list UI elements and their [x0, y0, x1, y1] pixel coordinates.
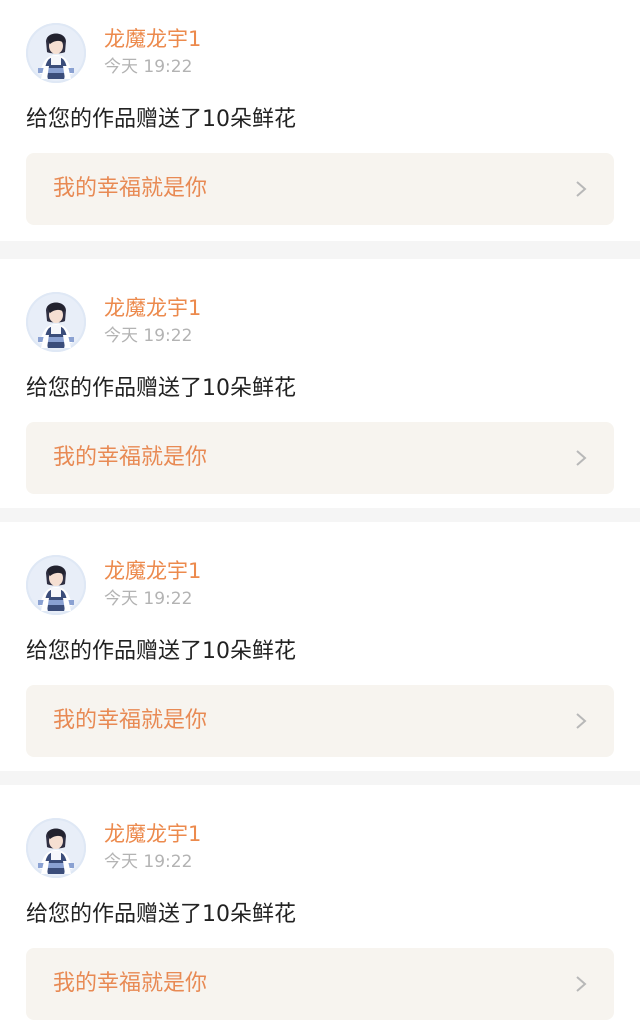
- anime-boy-avatar-icon: [26, 818, 86, 878]
- work-title: 我的幸福就是你: [53, 176, 208, 201]
- gift-message: 给您的作品赠送了10朵鲜花: [26, 639, 296, 664]
- work-link[interactable]: 我的幸福就是你: [26, 422, 614, 494]
- notification-card: 龙魔龙宇1 今天 19:22 给您的作品赠送了10朵鲜花 我的幸福就是你: [0, 522, 640, 771]
- work-link[interactable]: 我的幸福就是你: [26, 153, 614, 225]
- chevron-right-icon: [576, 713, 587, 729]
- anime-boy-avatar-icon: [26, 292, 86, 352]
- work-title: 我的幸福就是你: [53, 971, 208, 996]
- chevron-right-icon: [576, 181, 587, 197]
- timestamp: 今天 19:22: [104, 852, 193, 872]
- work-title: 我的幸福就是你: [53, 708, 208, 733]
- work-link[interactable]: 我的幸福就是你: [26, 685, 614, 757]
- notification-card: 龙魔龙宇1 今天 19:22 给您的作品赠送了10朵鲜花 我的幸福就是你: [0, 785, 640, 1032]
- gift-message: 给您的作品赠送了10朵鲜花: [26, 376, 296, 401]
- username[interactable]: 龙魔龙宇1: [104, 26, 201, 52]
- timestamp: 今天 19:22: [104, 326, 193, 346]
- username[interactable]: 龙魔龙宇1: [104, 821, 201, 847]
- anime-boy-avatar-icon: [26, 23, 86, 83]
- user-avatar[interactable]: [26, 818, 86, 878]
- timestamp: 今天 19:22: [104, 57, 193, 77]
- username[interactable]: 龙魔龙宇1: [104, 558, 201, 584]
- user-avatar[interactable]: [26, 292, 86, 352]
- user-avatar[interactable]: [26, 23, 86, 83]
- timestamp: 今天 19:22: [104, 589, 193, 609]
- work-title: 我的幸福就是你: [53, 445, 208, 470]
- user-avatar[interactable]: [26, 555, 86, 615]
- work-link[interactable]: 我的幸福就是你: [26, 948, 614, 1020]
- notification-card: 龙魔龙宇1 今天 19:22 给您的作品赠送了10朵鲜花 我的幸福就是你: [0, 0, 640, 241]
- anime-boy-avatar-icon: [26, 555, 86, 615]
- chevron-right-icon: [576, 450, 587, 466]
- chevron-right-icon: [576, 976, 587, 992]
- username[interactable]: 龙魔龙宇1: [104, 295, 201, 321]
- gift-message: 给您的作品赠送了10朵鲜花: [26, 107, 296, 132]
- notification-feed: 龙魔龙宇1 今天 19:22 给您的作品赠送了10朵鲜花 我的幸福就是你 龙魔龙…: [0, 0, 640, 1032]
- notification-card: 龙魔龙宇1 今天 19:22 给您的作品赠送了10朵鲜花 我的幸福就是你: [0, 259, 640, 508]
- gift-message: 给您的作品赠送了10朵鲜花: [26, 902, 296, 927]
